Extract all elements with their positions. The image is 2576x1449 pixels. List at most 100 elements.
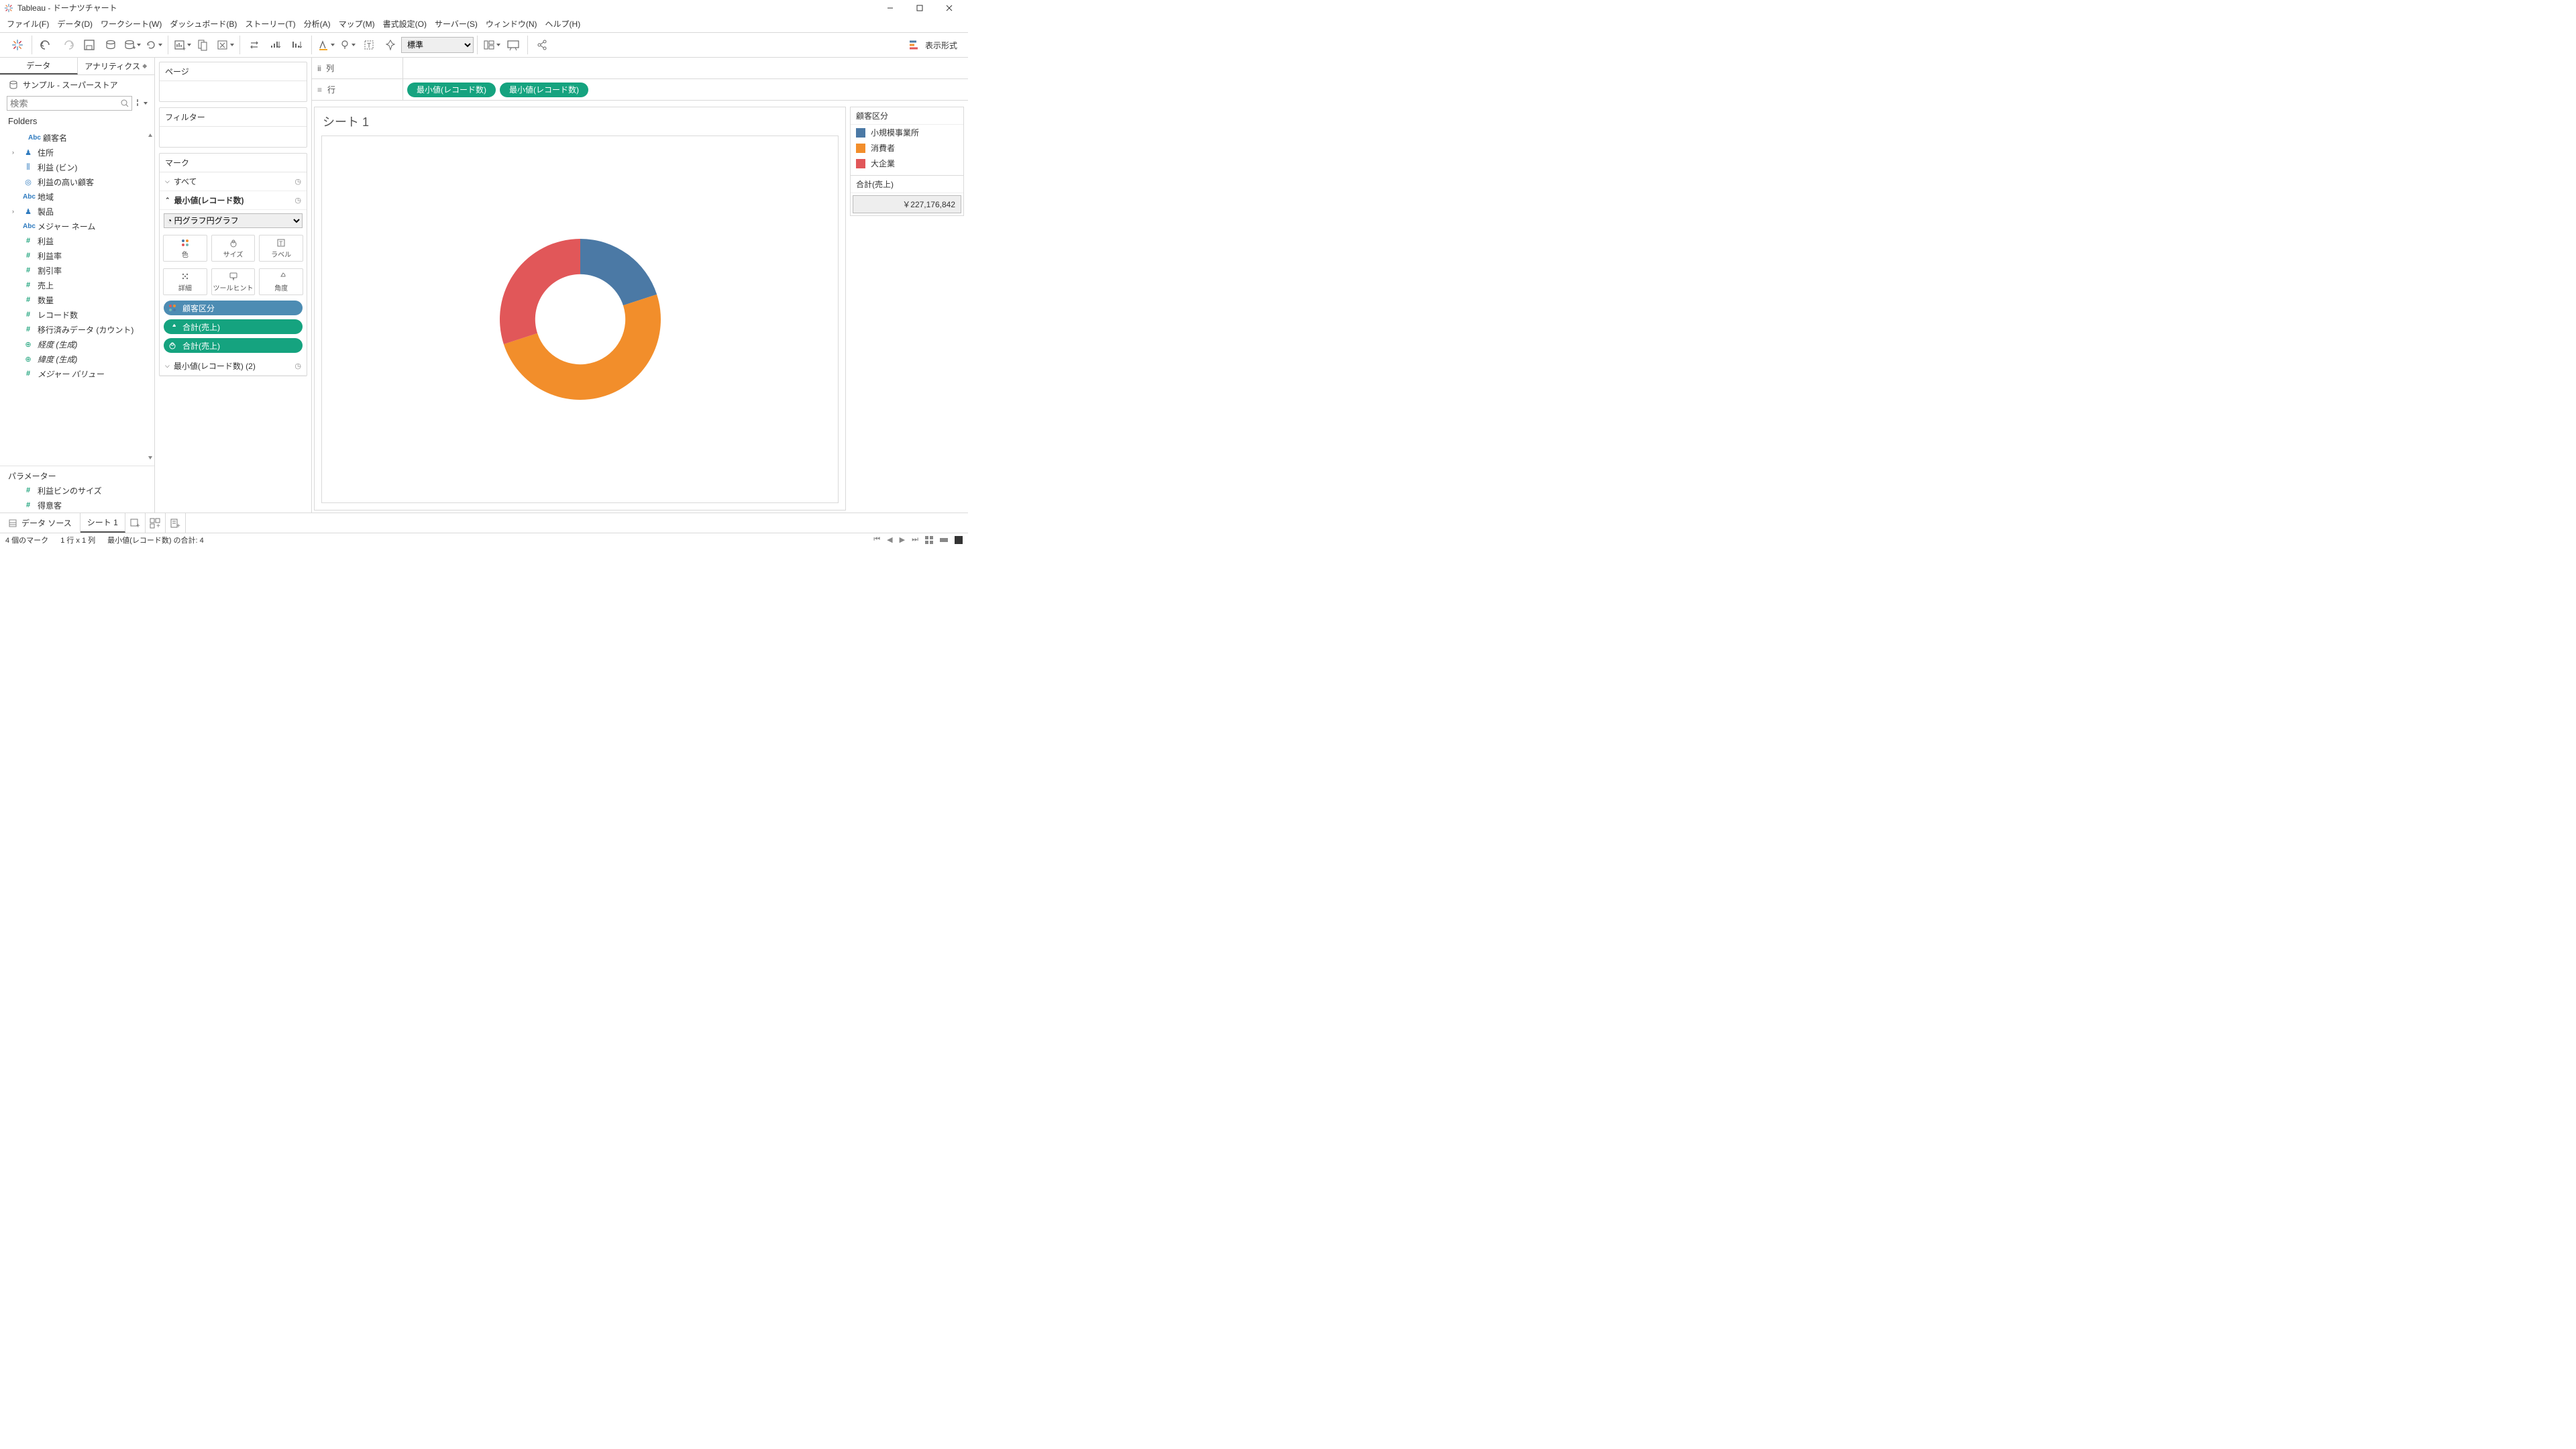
donut-slice[interactable] (500, 239, 580, 344)
legend-card[interactable]: 顧客区分 小規模事業所消費者大企業 合計(売上) ￥227,176,842 (850, 107, 964, 216)
highlight-dropdown[interactable] (315, 33, 337, 57)
menu-file[interactable]: ファイル(F) (7, 18, 49, 30)
fit-selector[interactable]: 標準 (401, 37, 474, 53)
mark-detail-button[interactable]: 詳細 (163, 268, 207, 295)
sort-asc-button[interactable] (265, 33, 286, 57)
refresh-dropdown[interactable] (143, 33, 164, 57)
scrollbar-down[interactable] (148, 455, 153, 460)
row-pill-1[interactable]: 最小値(レコード数) (407, 83, 496, 97)
show-cards-dropdown[interactable] (481, 33, 502, 57)
view-tabs-icon[interactable] (955, 536, 963, 544)
save-button[interactable] (78, 33, 100, 57)
field-item[interactable]: Abcメジャー ネーム (0, 219, 154, 233)
menu-story[interactable]: ストーリー(T) (245, 18, 295, 30)
scrollbar[interactable] (148, 133, 153, 138)
window-minimize-button[interactable] (875, 1, 905, 15)
view-options-dropdown[interactable] (144, 102, 148, 105)
field-item[interactable]: #割引率 (0, 263, 154, 278)
new-worksheet-button[interactable]: + (125, 513, 146, 533)
new-dashboard-button[interactable]: + (146, 513, 166, 533)
mark-tooltip-button[interactable]: ツールヒント (211, 268, 256, 295)
filters-shelf[interactable]: フィルター (159, 107, 307, 148)
marks-series2-row[interactable]: ⌵最小値(レコード数) (2)◷ (160, 357, 307, 376)
field-item[interactable]: ◎利益の高い顧客 (0, 174, 154, 189)
search-input[interactable] (7, 96, 132, 111)
nav-prev-icon[interactable]: ◀ (887, 535, 892, 544)
marks-series1-row[interactable]: ⌃最小値(レコード数)◷ (160, 191, 307, 210)
field-item[interactable]: #売上 (0, 278, 154, 292)
menu-server[interactable]: サーバー(S) (435, 18, 478, 30)
undo-button[interactable] (36, 33, 57, 57)
redo-button[interactable] (57, 33, 78, 57)
legend-item[interactable]: 小規模事業所 (851, 125, 963, 140)
sheet-tab-1[interactable]: シート 1 (80, 513, 125, 533)
menu-dashboard[interactable]: ダッシュボード(B) (170, 18, 237, 30)
window-close-button[interactable] (934, 1, 964, 15)
field-item[interactable]: ⊕緯度 (生成) (0, 352, 154, 366)
menu-format[interactable]: 書式設定(O) (383, 18, 427, 30)
field-item[interactable]: Abc地域 (0, 189, 154, 204)
menu-window[interactable]: ウィンドウ(N) (486, 18, 537, 30)
parameter-item[interactable]: #得意客 (0, 498, 154, 513)
mark-label-button[interactable]: Tラベル (259, 235, 303, 262)
field-item[interactable]: #数量 (0, 292, 154, 307)
view-thumbs-icon[interactable] (925, 536, 933, 544)
mark-angle-button[interactable]: 角度 (259, 268, 303, 295)
mark-label-button[interactable]: T (358, 33, 380, 57)
field-item[interactable]: #レコード数 (0, 307, 154, 322)
pages-shelf[interactable]: ページ (159, 62, 307, 102)
new-datasource-button[interactable] (100, 33, 121, 57)
rows-shelf[interactable]: ≡行 最小値(レコード数) 最小値(レコード数) (312, 79, 968, 101)
datasource-name[interactable]: サンプル - スーパーストア (23, 79, 118, 91)
menu-data[interactable]: データ(D) (57, 18, 93, 30)
nav-next-icon[interactable]: ▶ (900, 535, 905, 544)
columns-shelf[interactable]: iii列 (312, 58, 968, 79)
autosave-dropdown[interactable] (121, 33, 143, 57)
swap-button[interactable] (244, 33, 265, 57)
row-pill-2[interactable]: 最小値(レコード数) (500, 83, 588, 97)
tab-data[interactable]: データ (0, 58, 78, 74)
pill-color-segment[interactable]: 顧客区分 (164, 301, 303, 315)
menu-map[interactable]: マップ(M) (339, 18, 375, 30)
view-grid-icon[interactable] (136, 99, 138, 108)
mark-type-selector[interactable]: ◔ 円グラフ円グラフ (164, 213, 303, 228)
duplicate-sheet-button[interactable] (193, 33, 215, 57)
group-dropdown[interactable] (337, 33, 358, 57)
field-item[interactable]: ›♟製品 (0, 204, 154, 219)
clear-sheet-dropdown[interactable] (215, 33, 236, 57)
menu-analysis[interactable]: 分析(A) (304, 18, 331, 30)
parameter-item[interactable]: #利益ビンのサイズ (0, 483, 154, 498)
legend-item[interactable]: 消費者 (851, 140, 963, 156)
field-item[interactable]: ⊕経度 (生成) (0, 337, 154, 352)
menu-worksheet[interactable]: ワークシート(W) (101, 18, 162, 30)
pill-angle-sales[interactable]: 合計(売上) (164, 319, 303, 334)
tab-analytics[interactable]: アナリティクス ◆ (78, 58, 155, 74)
mark-color-button[interactable]: 色 (163, 235, 207, 262)
window-maximize-button[interactable] (905, 1, 934, 15)
field-item[interactable]: #メジャー バリュー (0, 366, 154, 381)
pill-size-sales[interactable]: 合計(売上) (164, 338, 303, 353)
presentation-button[interactable] (502, 33, 524, 57)
sort-desc-button[interactable] (286, 33, 308, 57)
view-filmstrip-icon[interactable] (940, 536, 948, 544)
field-item[interactable]: Abc顧客名 (0, 130, 154, 145)
new-sheet-dropdown[interactable]: + (172, 33, 193, 57)
field-item[interactable]: #利益 (0, 233, 154, 248)
mark-size-button[interactable]: サイズ (211, 235, 256, 262)
legend-item[interactable]: 大企業 (851, 156, 963, 171)
show-me-button[interactable]: 表示形式 (897, 39, 968, 51)
tableau-home-icon[interactable] (7, 33, 28, 57)
new-story-button[interactable]: + (166, 513, 186, 533)
pin-button[interactable] (380, 33, 401, 57)
nav-last-icon[interactable]: ⏭ (912, 535, 918, 544)
share-button[interactable] (531, 33, 553, 57)
donut-chart[interactable] (321, 136, 839, 503)
datasource-tab[interactable]: データ ソース (0, 513, 80, 533)
marks-all-row[interactable]: ⌵すべて◷ (160, 172, 307, 191)
menu-help[interactable]: ヘルプ(H) (545, 18, 581, 30)
field-item[interactable]: #利益率 (0, 248, 154, 263)
nav-first-icon[interactable]: ⏮ (873, 535, 880, 544)
field-item[interactable]: ›♟住所 (0, 145, 154, 160)
field-item[interactable]: #移行済みデータ (カウント) (0, 322, 154, 337)
field-item[interactable]: ⫼利益 (ビン) (0, 160, 154, 174)
